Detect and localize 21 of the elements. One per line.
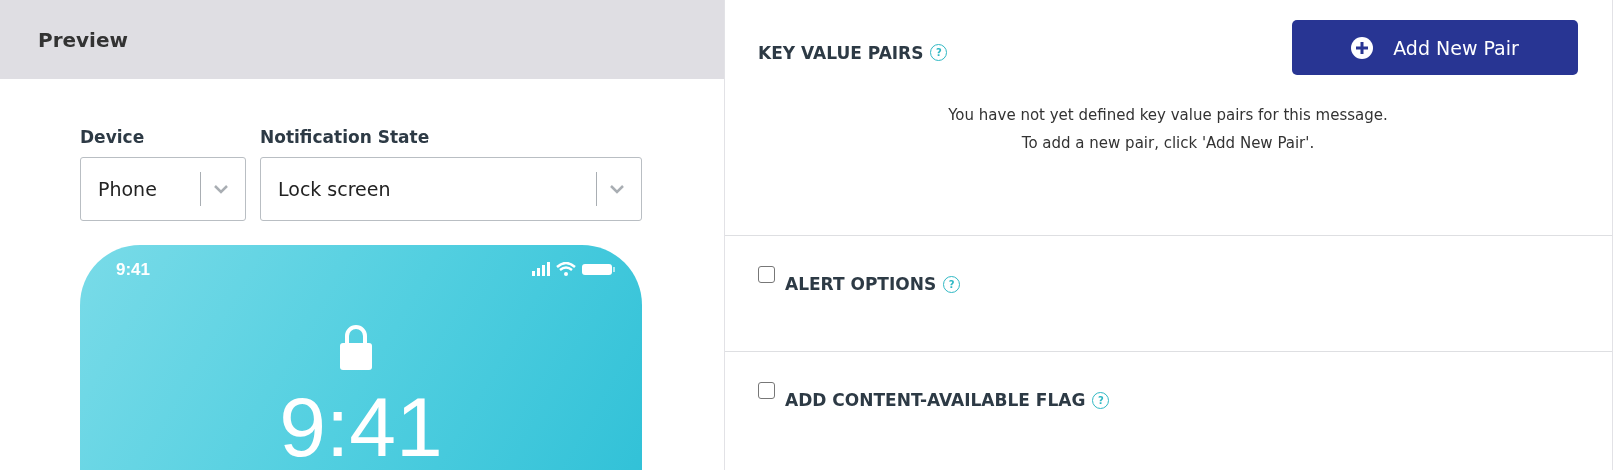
lock-icon xyxy=(339,323,373,371)
field-label: Device xyxy=(80,127,146,147)
status-time: 9:41 xyxy=(116,260,151,280)
plus-icon xyxy=(1351,36,1374,59)
checkbox[interactable] xyxy=(758,266,775,283)
empty-message: You have not yet defined key value pairs for this message. To add a new pair, click 'Add New Pair'. xyxy=(947,105,1389,154)
section-title: KEY VALUE PAIRS xyxy=(758,42,924,63)
wifi-icon xyxy=(556,262,576,276)
battery-icon xyxy=(582,262,616,276)
dropdown[interactable]: Lock screen xyxy=(260,157,642,221)
section-title: ADD CONTENT-AVAILABLE FLAG xyxy=(785,390,1086,410)
signal-icon xyxy=(532,262,550,276)
checkbox[interactable] xyxy=(758,382,775,399)
field-label: Notification State xyxy=(260,127,431,147)
section-title: ALERT OPTIONS xyxy=(785,274,937,294)
chevron-icon xyxy=(213,184,229,194)
lock-screen-clock: 9:41 xyxy=(278,385,444,469)
add-new-pair-button[interactable]: Add New Pair xyxy=(1292,20,1578,75)
dropdown[interactable]: Phone xyxy=(80,157,246,221)
chevron-icon xyxy=(609,184,625,194)
panel-title: Preview xyxy=(38,27,129,52)
